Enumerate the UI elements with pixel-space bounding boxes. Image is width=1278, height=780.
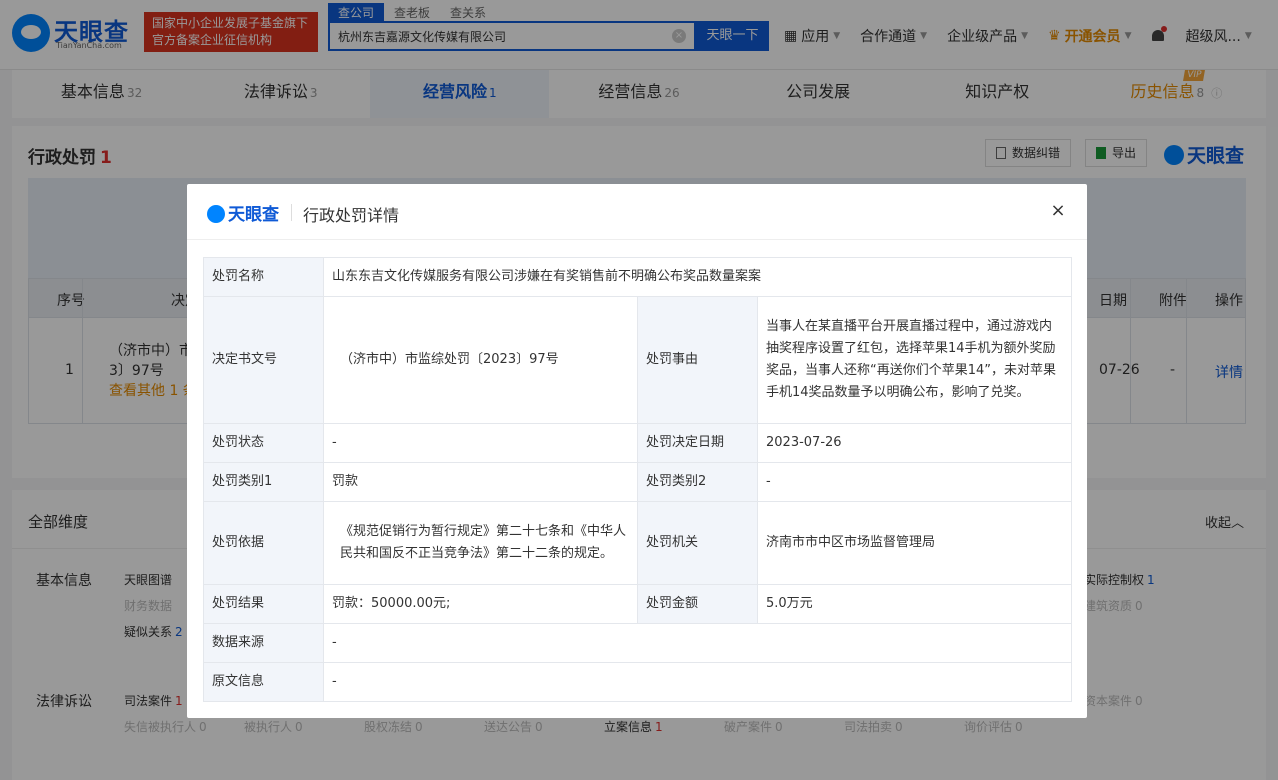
doc-number-value: （济市中）市监综处罚〔2023〕97号 [323, 296, 638, 424]
penalty-date-value: 2023-07-26 [757, 423, 1072, 463]
field-label: 处罚金额 [637, 584, 758, 624]
penalty-authority-value: 济南市市中区市场监督管理局 [757, 501, 1072, 585]
table-row: 原文信息 - [203, 662, 1072, 702]
modal-logo-text: 天眼查 [228, 205, 279, 225]
field-label: 原文信息 [203, 662, 324, 702]
table-row: 决定书文号 （济市中）市监综处罚〔2023〕97号 处罚事由 当事人在某直播平台… [203, 296, 1072, 424]
divider [291, 204, 292, 221]
penalty-result-value: 罚款：50000.00元; [323, 584, 638, 624]
field-label: 处罚决定日期 [637, 423, 758, 463]
table-row: 处罚状态 - 处罚决定日期 2023-07-26 [203, 423, 1072, 463]
penalty-type1-value: 罚款 [323, 462, 638, 502]
penalty-detail-modal: 天眼查 行政处罚详情 × 处罚名称 山东东吉文化传媒服务有限公司涉嫌在有奖销售前… [187, 184, 1087, 718]
field-label: 决定书文号 [203, 296, 324, 424]
penalty-amount-value: 5.0万元 [757, 584, 1072, 624]
field-label: 处罚类别1 [203, 462, 324, 502]
field-label: 处罚依据 [203, 501, 324, 585]
penalty-status-value: - [323, 423, 638, 463]
penalty-detail-table: 处罚名称 山东东吉文化传媒服务有限公司涉嫌在有奖销售前不明确公布奖品数量案案 决… [203, 257, 1072, 702]
table-row: 处罚结果 罚款：50000.00元; 处罚金额 5.0万元 [203, 584, 1072, 624]
logo-eye-icon [207, 205, 225, 223]
penalty-type2-value: - [757, 462, 1072, 502]
penalty-reason-value: 当事人在某直播平台开展直播过程中，通过游戏内抽奖程序设置了红包，选择苹果14手机… [757, 296, 1072, 424]
original-info-value: - [323, 662, 1072, 702]
table-row: 处罚类别1 罚款 处罚类别2 - [203, 462, 1072, 502]
field-label: 处罚类别2 [637, 462, 758, 502]
penalty-name-value: 山东东吉文化传媒服务有限公司涉嫌在有奖销售前不明确公布奖品数量案案 [323, 257, 1072, 297]
table-row: 处罚名称 山东东吉文化传媒服务有限公司涉嫌在有奖销售前不明确公布奖品数量案案 [203, 257, 1072, 297]
field-label: 数据来源 [203, 623, 324, 663]
table-row: 处罚依据 《规范促销行为暂行规定》第二十七条和《中华人民共和国反不正当竞争法》第… [203, 501, 1072, 585]
penalty-basis-value: 《规范促销行为暂行规定》第二十七条和《中华人民共和国反不正当竞争法》第二十二条的… [323, 501, 638, 585]
table-row: 数据来源 - [203, 623, 1072, 663]
field-label: 处罚事由 [637, 296, 758, 424]
field-label: 处罚结果 [203, 584, 324, 624]
field-label: 处罚名称 [203, 257, 324, 297]
field-label: 处罚状态 [203, 423, 324, 463]
close-icon[interactable]: × [1049, 202, 1067, 220]
modal-header: 天眼查 行政处罚详情 × [187, 184, 1087, 240]
modal-title: 行政处罚详情 [303, 206, 400, 225]
modal-logo: 天眼查 [207, 200, 279, 225]
data-source-value: - [323, 623, 1072, 663]
field-label: 处罚机关 [637, 501, 758, 585]
